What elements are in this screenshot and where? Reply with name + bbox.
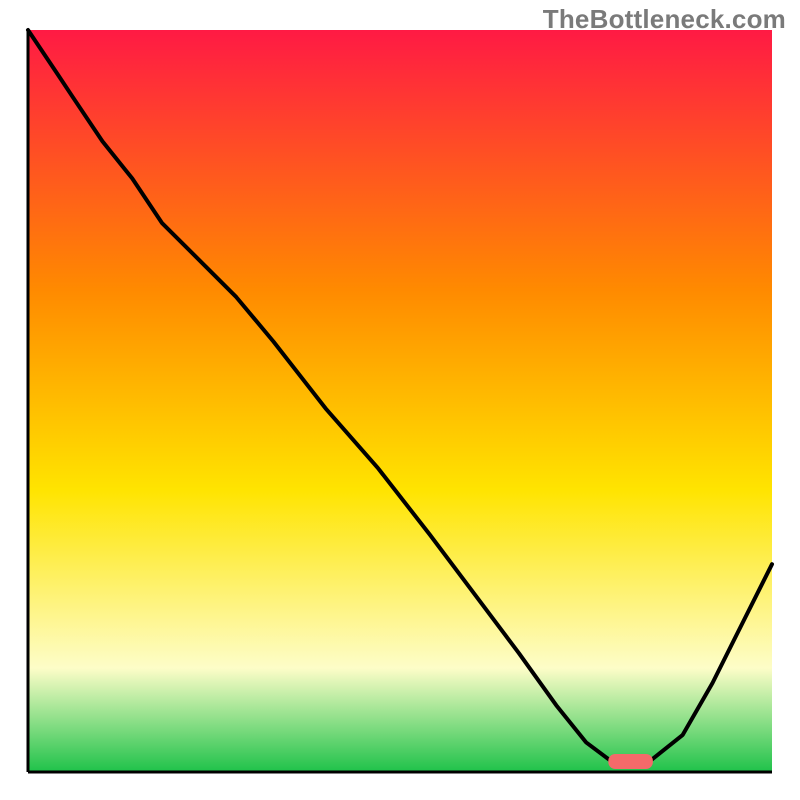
optimal-range-marker — [608, 754, 653, 769]
plot-area — [28, 30, 772, 772]
gradient-background — [28, 30, 772, 772]
bottleneck-chart: TheBottleneck.com — [0, 0, 800, 800]
chart-svg — [0, 0, 800, 800]
